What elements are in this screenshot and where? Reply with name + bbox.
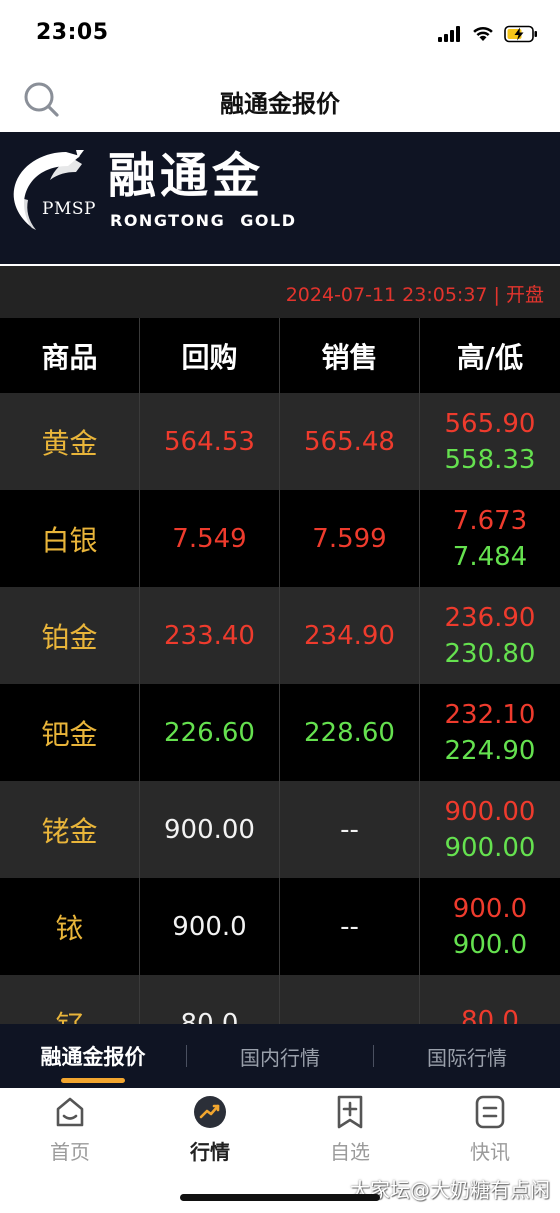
low-price: 900.00: [444, 832, 536, 863]
wifi-icon: [473, 26, 493, 41]
sub-tab-label: 国际行情: [427, 1045, 507, 1070]
buyback-price: 80.0: [140, 975, 280, 1024]
tab-rongtong-quote[interactable]: 融通金报价: [0, 1024, 186, 1088]
tab-international-market[interactable]: 国际行情: [374, 1024, 560, 1088]
page-title: 融通金报价: [220, 90, 340, 118]
tab-market[interactable]: 行情: [140, 1094, 280, 1166]
home-icon: [56, 1097, 84, 1127]
high-price: 236.90: [444, 602, 536, 633]
high-price: 232.10: [444, 699, 536, 730]
product-name: 黄金: [0, 393, 140, 490]
high-low-cell: 7.673 7.484: [420, 490, 560, 587]
product-name: 白银: [0, 490, 140, 587]
high-low-cell: 80.0: [420, 975, 560, 1025]
table-row[interactable]: 钌 80.0 80.0: [0, 975, 560, 1024]
table-row[interactable]: 铱 900.0 -- 900.0 900.0: [0, 878, 560, 975]
tab-label: 快讯: [470, 1140, 510, 1164]
watermark-text: 大家坛@大奶糖有点闲: [350, 1178, 550, 1202]
product-name: 铱: [0, 878, 140, 975]
sell-price: --: [280, 878, 420, 975]
buyback-price: 564.53: [140, 393, 280, 490]
low-price: 7.484: [452, 541, 528, 572]
column-header-sell: 销售: [280, 318, 420, 393]
brand-banner: PMSP 融通金 RONGTONG GOLD: [0, 132, 560, 264]
nav-header: 融通金报价: [0, 68, 560, 132]
battery-charging-icon: [504, 25, 537, 43]
high-price: 900.00: [444, 796, 536, 827]
low-price: 558.33: [444, 444, 536, 475]
table-row[interactable]: 白银 7.549 7.599 7.673 7.484: [0, 490, 560, 587]
logo-english-name: RONGTONG GOLD: [110, 211, 297, 230]
table-row[interactable]: 黄金 564.53 565.48 565.90 558.33: [0, 393, 560, 490]
status-time: 23:05: [36, 20, 109, 45]
buyback-price: 226.60: [140, 684, 280, 781]
quote-timestamp: 2024-07-11 23:05:37 | 开盘: [285, 284, 544, 306]
news-flash-icon: [475, 1095, 505, 1129]
buyback-price: 7.549: [140, 490, 280, 587]
add-watchlist-icon: [337, 1095, 363, 1129]
product-name: 钌: [0, 975, 140, 1024]
high-low-cell: 565.90 558.33: [420, 393, 560, 490]
market-sub-tabs: 融通金报价 国内行情 国际行情: [0, 1024, 560, 1088]
product-name: 钯金: [0, 684, 140, 781]
tab-label: 自选: [330, 1140, 370, 1164]
column-header-high-low: 高/低: [456, 340, 524, 374]
sub-tab-label: 国内行情: [240, 1045, 320, 1070]
column-header-buyback: 回购: [140, 318, 280, 393]
high-low-cell: 236.90 230.80: [420, 587, 560, 684]
tab-domestic-market[interactable]: 国内行情: [187, 1024, 373, 1088]
low-price: 900.0: [452, 929, 528, 960]
tab-home[interactable]: 首页: [0, 1094, 140, 1166]
sell-price: 7.599: [280, 490, 420, 587]
high-price: 80.0: [461, 1005, 519, 1025]
sell-price: 228.60: [280, 684, 420, 781]
high-price: 900.0: [452, 893, 528, 924]
tab-news[interactable]: 快讯: [420, 1094, 560, 1166]
sell-price: 565.48: [280, 393, 420, 490]
dragon-logo-icon: [13, 150, 84, 230]
active-tab-underline: [61, 1078, 125, 1083]
column-header-product: 商品: [0, 318, 140, 393]
status-bar: 23:05: [0, 0, 560, 68]
sub-tab-label: 融通金报价: [40, 1045, 146, 1069]
logo-chinese-name: 融通金: [108, 148, 265, 204]
table-row[interactable]: 铂金 233.40 234.90 236.90 230.80: [0, 587, 560, 684]
high-low-cell: 232.10 224.90: [420, 684, 560, 781]
quote-time-bar: 2024-07-11 23:05:37 | 开盘: [0, 266, 560, 318]
buyback-price: 900.0: [140, 878, 280, 975]
high-price: 7.673: [452, 505, 528, 536]
sell-price: [280, 975, 420, 1024]
status-icons: [438, 24, 538, 44]
buyback-price: 233.40: [140, 587, 280, 684]
tab-label: 首页: [50, 1140, 90, 1164]
buyback-price: 900.00: [140, 781, 280, 878]
high-low-cell: 900.0 900.0: [420, 878, 560, 975]
market-trend-icon: [194, 1096, 226, 1128]
low-price: 230.80: [444, 638, 536, 669]
table-header-row: 商品 回购 销售 高/低: [0, 318, 560, 393]
home-indicator[interactable]: [180, 1194, 380, 1201]
logo-abbreviation: PMSP: [42, 199, 96, 219]
sell-price: 234.90: [280, 587, 420, 684]
table-row[interactable]: 钯金 226.60 228.60 232.10 224.90: [0, 684, 560, 781]
sell-price: --: [280, 781, 420, 878]
high-price: 565.90: [444, 408, 536, 439]
table-row[interactable]: 铑金 900.00 -- 900.00 900.00: [0, 781, 560, 878]
low-price: 224.90: [444, 735, 536, 766]
price-table: 商品 回购 销售 高/低 黄金 564.53 565.48 565.90 558…: [0, 318, 560, 1024]
product-name: 铂金: [0, 587, 140, 684]
high-low-cell: 900.00 900.00: [420, 781, 560, 878]
product-name: 铑金: [0, 781, 140, 878]
cellular-signal-icon: [438, 26, 460, 42]
tab-label: 行情: [190, 1140, 230, 1164]
tab-watchlist[interactable]: 自选: [280, 1094, 420, 1166]
